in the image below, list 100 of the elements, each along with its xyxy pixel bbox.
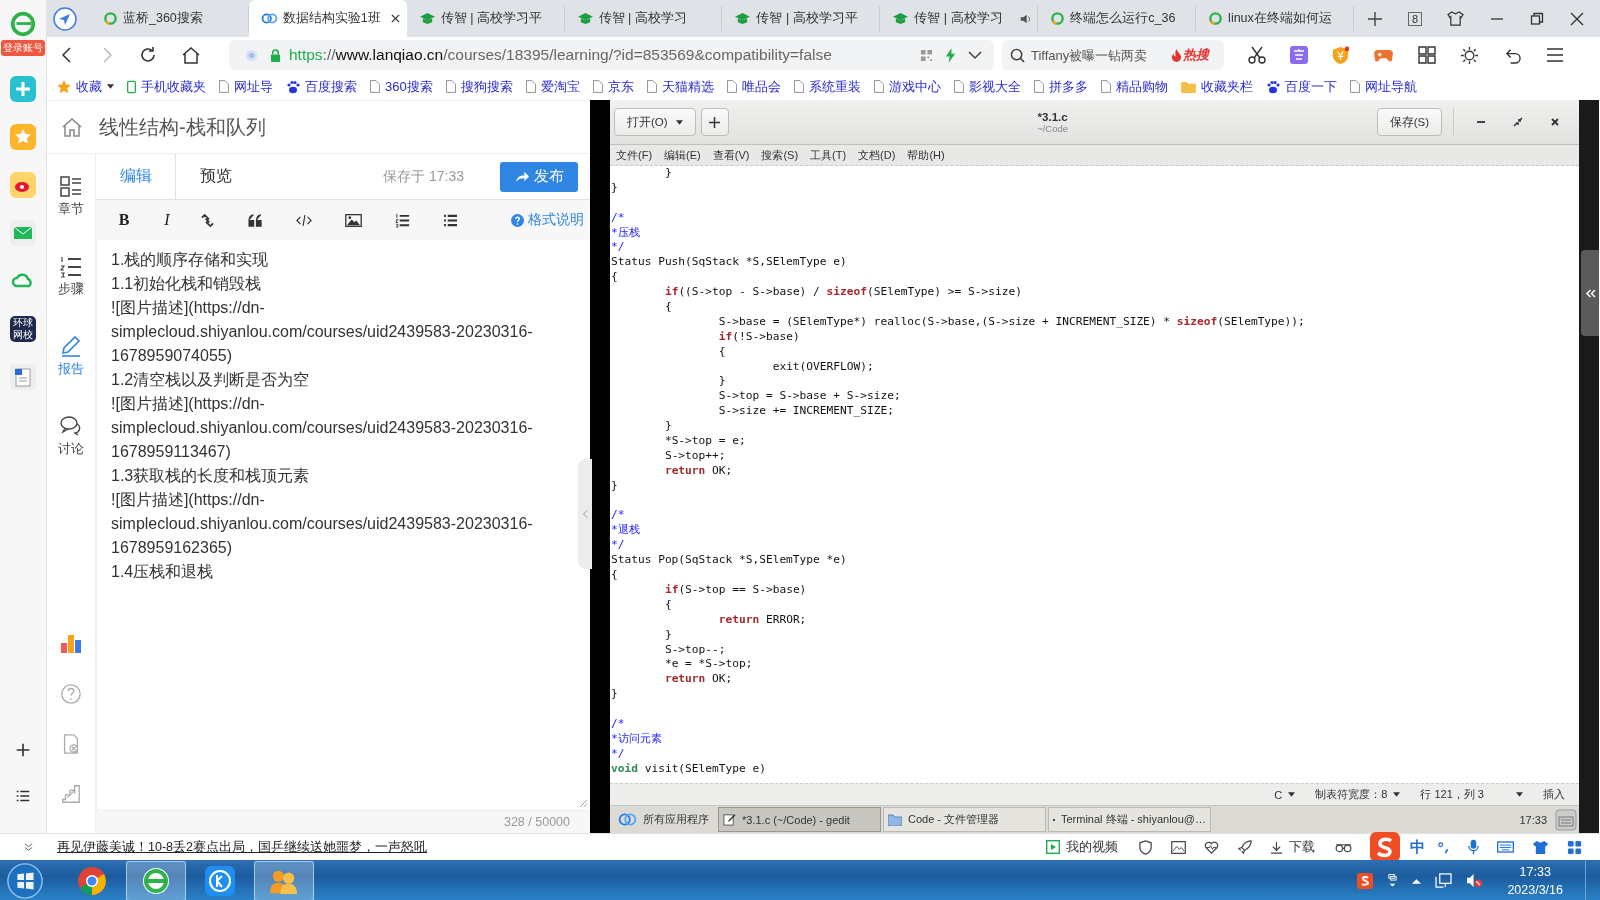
bookmark-link[interactable]: 收藏夹栏: [1180, 77, 1253, 96]
bookmark-link[interactable]: 唯品会: [726, 77, 781, 96]
tab-width-selector[interactable]: 制表符宽度：8: [1315, 787, 1401, 802]
add-icon[interactable]: [14, 741, 32, 759]
brightness-icon[interactable]: [1460, 45, 1479, 65]
start-button[interactable]: [6, 861, 44, 900]
quote-icon[interactable]: [248, 213, 263, 227]
my-videos-link[interactable]: 我的视频: [1046, 838, 1118, 856]
apps-grid-icon[interactable]: [1418, 46, 1436, 64]
shield-icon[interactable]: [1332, 45, 1349, 65]
numbered-list-icon[interactable]: [395, 212, 410, 228]
speaker-muted-icon[interactable]: [1466, 873, 1484, 888]
speaker-icon[interactable]: [1019, 12, 1032, 25]
shirt-icon[interactable]: [1532, 839, 1549, 855]
qr-code-icon[interactable]: [920, 48, 933, 62]
scissors-icon[interactable]: [1248, 46, 1266, 64]
menu-item[interactable]: 文档(D): [858, 147, 896, 163]
bookmark-link[interactable]: 爱淘宝: [525, 77, 580, 96]
close-icon[interactable]: [1570, 11, 1585, 26]
document-icon[interactable]: [10, 364, 36, 390]
browser-tab[interactable]: 传智 | 高校学习: [564, 6, 723, 31]
browser-tab[interactable]: 蓝桥_360搜索: [91, 6, 249, 31]
taskbar-app-button[interactable]: [254, 860, 314, 900]
input-method-logo-icon[interactable]: [1357, 872, 1374, 889]
bookmark-link[interactable]: 网址导航: [1349, 77, 1417, 96]
heartbeat-icon[interactable]: [1204, 840, 1219, 854]
reload-icon[interactable]: [139, 46, 157, 64]
italic-button[interactable]: I: [157, 211, 177, 229]
bookmark-link[interactable]: 京东: [592, 77, 634, 96]
rail-item[interactable]: 报告: [58, 334, 84, 378]
bookmark-link[interactable]: 影视大全: [953, 77, 1021, 96]
hot-search-badge[interactable]: 热搜: [1171, 46, 1209, 64]
show-hidden-icons-icon[interactable]: [1412, 877, 1422, 884]
unmaximize-icon[interactable]: [1513, 117, 1523, 127]
taskbar-window-button[interactable]: Terminal 终端 - shiyanlou@…: [1048, 807, 1211, 832]
bookmark-link[interactable]: 天猫精选: [646, 77, 714, 96]
menu-item[interactable]: 查看(V): [712, 147, 750, 163]
translate-icon[interactable]: [1290, 46, 1308, 64]
rail-item[interactable]: 章节: [58, 174, 84, 218]
browser-tab[interactable]: 传智 | 高校学习平: [722, 6, 881, 31]
menu-item[interactable]: 编辑(E): [664, 147, 701, 163]
input-method-logo-icon[interactable]: [1370, 832, 1400, 862]
resize-grip-icon[interactable]: [579, 799, 588, 808]
menu-icon[interactable]: [1546, 47, 1564, 63]
search-input[interactable]: Tiffany被曝一钻两卖: [1031, 47, 1165, 63]
news-headline-link[interactable]: 再见伊藤美诚！10-8丢2赛点出局，国乒继续送她噩梦，一声怒吼: [57, 838, 427, 856]
new-document-button[interactable]: [700, 108, 729, 136]
expand-handle[interactable]: [1581, 250, 1599, 336]
browser-logo-icon[interactable]: [9, 10, 37, 38]
bookmark-link[interactable]: 搜狗搜索: [445, 77, 513, 96]
editor-tab[interactable]: 预览: [176, 154, 256, 199]
close-icon[interactable]: [1550, 117, 1560, 127]
bold-button[interactable]: B: [114, 211, 134, 229]
bookmark-link[interactable]: 游戏中心: [873, 77, 941, 96]
microphone-icon[interactable]: [1468, 839, 1479, 855]
input-mode-indicator[interactable]: 中: [1410, 837, 1425, 857]
menu-item[interactable]: 文件(F): [616, 147, 653, 163]
address-field[interactable]: https://www.lanqiao.cn/courses/18395/learning/?id=853569&compatibility=false: [229, 40, 994, 70]
punctuation-icon[interactable]: [1437, 840, 1450, 854]
save-button[interactable]: 保存(S): [1376, 108, 1442, 136]
code-icon[interactable]: [296, 213, 312, 227]
menu-item[interactable]: 工具(T): [810, 147, 847, 163]
rocket-icon[interactable]: [1237, 839, 1252, 855]
rail-item[interactable]: 讨论: [58, 414, 84, 458]
download-link[interactable]: 下载: [1270, 838, 1315, 856]
bookmark-link[interactable]: 网址导: [219, 77, 273, 96]
bookmark-link[interactable]: 精品购物: [1100, 77, 1168, 96]
home-icon[interactable]: [181, 46, 201, 64]
apps-grid-icon[interactable]: [1567, 839, 1582, 855]
navigation-icon[interactable]: [53, 6, 77, 31]
weibo-icon[interactable]: [10, 172, 36, 198]
browser-tab[interactable]: 数据结构实验1班: [248, 0, 407, 37]
search-field[interactable]: Tiffany被曝一钻两卖 热搜: [1002, 40, 1224, 70]
menu-item[interactable]: 帮助(H): [907, 147, 945, 163]
taskbar-window-button[interactable]: Code - 文件管理器: [883, 807, 1046, 832]
publish-button[interactable]: 发布: [500, 161, 578, 192]
applications-menu[interactable]: 所有应用程序: [610, 806, 717, 833]
format-help-link[interactable]: 格式说明: [511, 211, 584, 229]
gamepad-icon[interactable]: [1373, 47, 1394, 63]
bookmark-link[interactable]: 百度一下: [1265, 77, 1337, 96]
browser-tab[interactable]: 终端怎么运行c_36: [1038, 6, 1197, 31]
dropdown-icon[interactable]: [968, 50, 982, 60]
image-icon[interactable]: [1171, 840, 1186, 854]
taskbar-window-button[interactable]: *3.1.c (~/Code) - gedit: [718, 807, 881, 832]
tab-count[interactable]: 8: [1407, 11, 1423, 26]
link-icon[interactable]: [200, 212, 215, 228]
bookmark-link[interactable]: 收藏: [57, 77, 114, 96]
bookmark-link[interactable]: 系统重装: [793, 77, 861, 96]
keyboard-icon[interactable]: [1497, 841, 1514, 853]
shield-icon[interactable]: [1138, 839, 1153, 855]
browser-tab[interactable]: linux在终端如何运: [1196, 6, 1354, 31]
open-button[interactable]: 打开(O): [614, 108, 696, 136]
network-icon[interactable]: [1435, 873, 1453, 888]
news-app-icon[interactable]: 环球网校: [10, 316, 36, 342]
close-icon[interactable]: [389, 13, 401, 24]
window-switch-icon[interactable]: [1387, 872, 1399, 889]
bullet-list-icon[interactable]: [443, 213, 458, 227]
bookmark-link[interactable]: 百度搜索: [286, 77, 357, 96]
restore-icon[interactable]: [1530, 11, 1545, 26]
bookmark-link[interactable]: 手机收藏夹: [127, 77, 206, 96]
